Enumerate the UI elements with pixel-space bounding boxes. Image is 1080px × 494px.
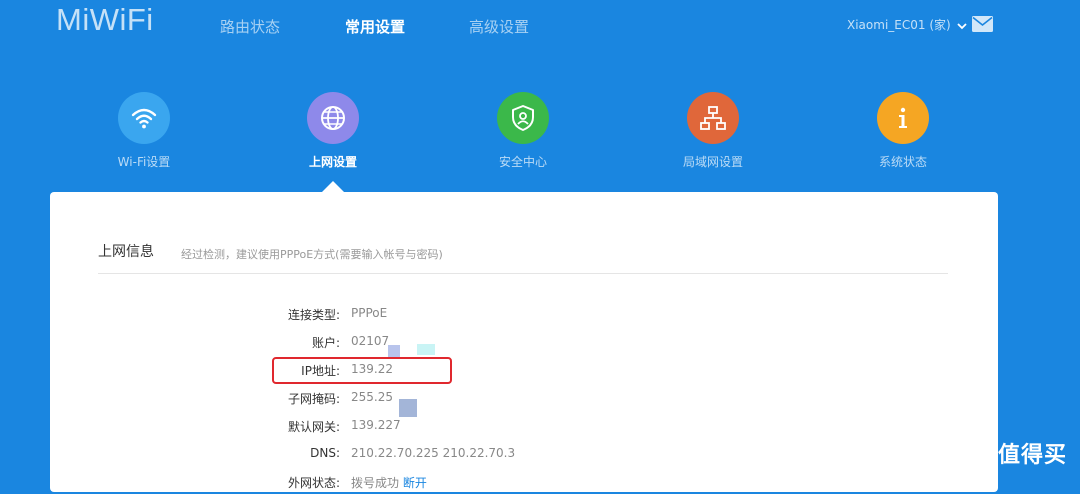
device-selector[interactable]: Xiaomi_EC01 (家) <box>847 16 967 33</box>
row-value: PPPoE <box>351 306 388 320</box>
external-status-text: 拨号成功 <box>351 476 400 490</box>
wifi-icon <box>118 92 170 144</box>
shield-icon <box>497 92 549 144</box>
feature-internet-settings[interactable]: 上网设置 <box>278 92 388 170</box>
svg-text:值: 值 <box>922 444 936 461</box>
row-value: 255.25 <box>351 390 393 404</box>
privacy-mosaic <box>399 399 417 417</box>
nav-tab-router-status[interactable]: 路由状态 <box>220 16 280 37</box>
globe-icon <box>307 92 359 144</box>
network-icon <box>687 92 739 144</box>
device-name: Xiaomi_EC01 (家) <box>847 18 951 32</box>
info-row-connection-type: 连接类型: PPPoE <box>50 306 750 326</box>
info-icon <box>877 92 929 144</box>
row-label: 账户: <box>311 336 340 350</box>
row-value: 02107 <box>351 334 390 348</box>
row-label: DNS: <box>310 446 340 460</box>
zhi-icon: 值 <box>914 436 944 470</box>
internet-info-card: 上网信息 经过检测，建议使用PPPoE方式(需要输入帐号与密码) 连接类型: P… <box>50 192 998 492</box>
disconnect-link[interactable]: 断开 <box>403 476 427 490</box>
miwifi-logo: MiWiFi <box>56 2 154 37</box>
feature-label: 安全中心 <box>498 155 547 169</box>
nav-tab-common-settings[interactable]: 常用设置 <box>345 16 405 37</box>
feature-label: 系统状态 <box>878 155 927 169</box>
nav-tab-advanced-settings[interactable]: 高级设置 <box>469 16 529 37</box>
watermark-text: 什么值得买 <box>952 443 1068 468</box>
row-label: 默认网关: <box>287 420 340 434</box>
section-title: 上网信息 <box>98 244 154 260</box>
row-value: 210.22.70.225 210.22.70.3 <box>351 446 516 460</box>
feature-system-status[interactable]: 系统状态 <box>848 92 958 170</box>
row-label: 连接类型: <box>287 308 340 322</box>
mail-icon[interactable] <box>972 16 993 36</box>
row-value: 拨号成功 断开 <box>351 474 427 491</box>
info-row-account: 账户: 02107 <box>50 334 750 354</box>
row-label: 子网掩码: <box>287 392 340 406</box>
row-value: 139.227 <box>351 418 401 432</box>
feature-label: 局域网设置 <box>682 155 743 169</box>
section-description: 经过检测，建议使用PPPoE方式(需要输入帐号与密码) <box>181 248 443 261</box>
row-label: 外网状态: <box>287 476 340 490</box>
info-row-external-status: 外网状态: 拨号成功 断开 <box>50 474 750 494</box>
chevron-down-icon <box>957 19 967 33</box>
feature-lan-settings[interactable]: 局域网设置 <box>658 92 768 170</box>
watermark: 值 什么值得买 <box>914 436 1067 470</box>
privacy-mosaic <box>417 344 435 355</box>
feature-label: 上网设置 <box>308 155 357 169</box>
feature-wifi-settings[interactable]: Wi-Fi设置 <box>89 92 199 170</box>
info-row-dns: DNS: 210.22.70.225 210.22.70.3 <box>50 446 750 466</box>
ip-highlight-box <box>272 357 452 384</box>
feature-security-center[interactable]: 安全中心 <box>468 92 578 170</box>
divider <box>98 273 948 274</box>
feature-label: Wi-Fi设置 <box>117 155 171 169</box>
privacy-mosaic <box>388 345 400 357</box>
info-row-gateway: 默认网关: 139.227 <box>50 418 750 438</box>
